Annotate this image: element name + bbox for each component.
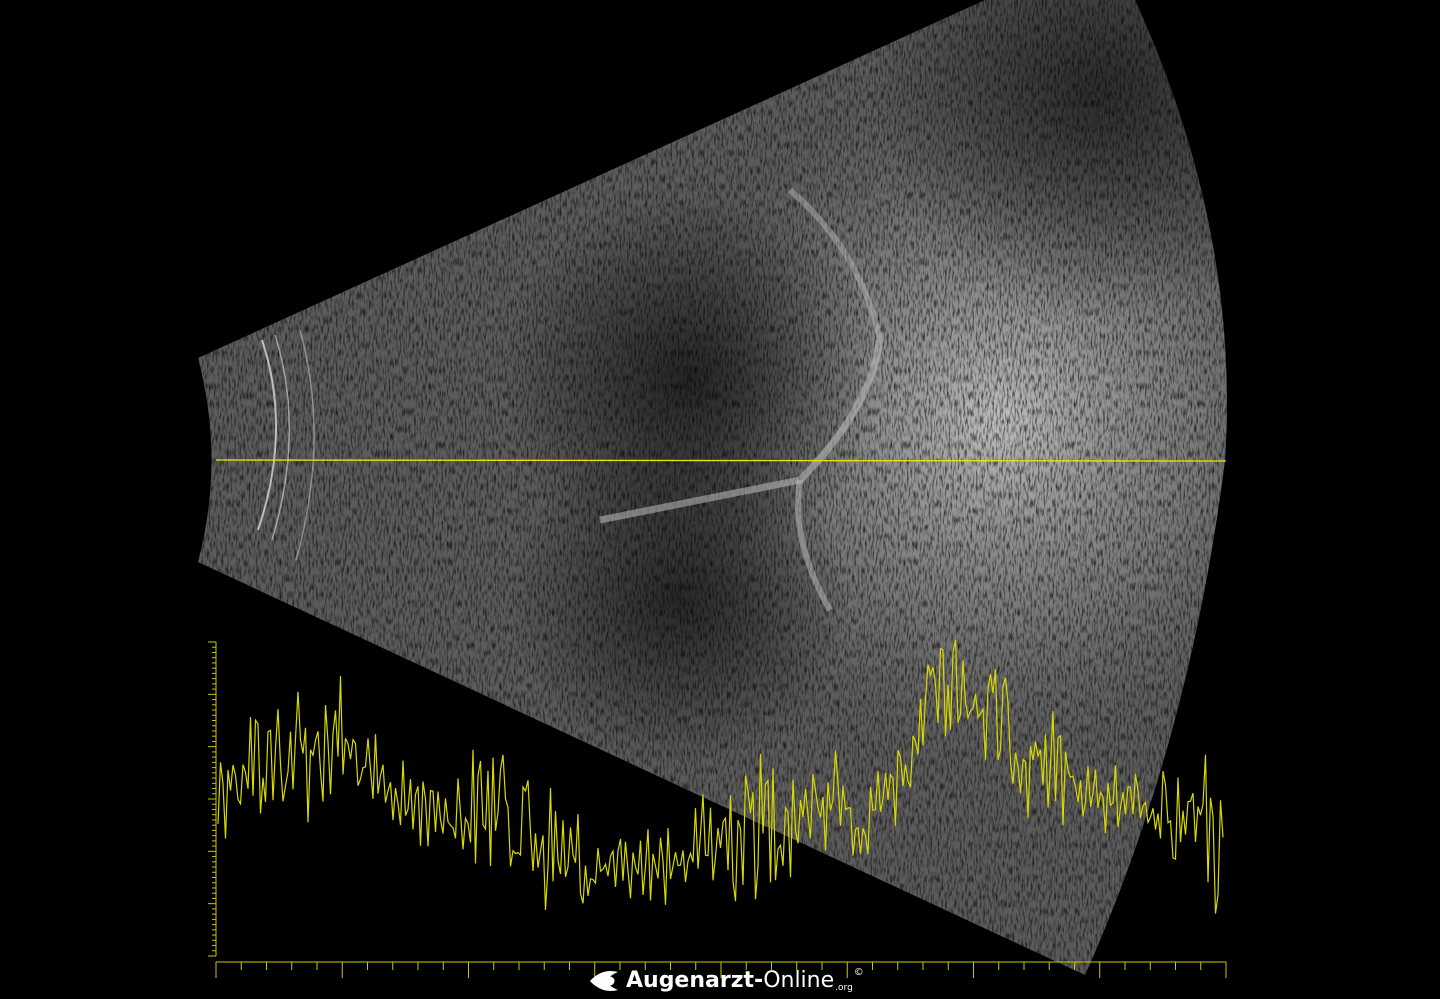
watermark-dash: - [754,968,764,993]
ultrasound-scan [198,0,1227,978]
watermark-tld: .org [835,983,853,993]
watermark-copyright: © [853,967,864,978]
watermark-brand: Augenarzt [626,968,755,993]
a-scan-y-axis [208,641,217,957]
watermark-online: Online [763,968,835,993]
b-scan-fan [198,0,1227,975]
eye-logo-icon [590,971,618,991]
watermark: Augenarzt - Online .org © [588,962,864,996]
